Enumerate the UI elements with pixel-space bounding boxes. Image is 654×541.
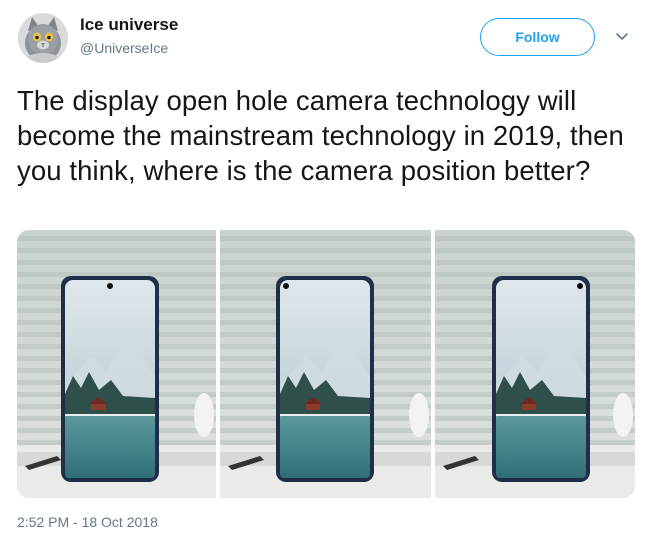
tweet-card: Ice universe @UniverseIce Follow The dis… [0,0,654,541]
avatar[interactable] [18,13,68,63]
phone-photo [435,230,635,498]
author-name[interactable]: Ice universe [80,15,178,35]
phone-photo [17,230,216,498]
media-image-center-hole[interactable] [17,230,216,498]
media-grid [17,230,635,498]
timestamp[interactable]: 2:52 PM - 18 Oct 2018 [17,514,158,530]
follow-button[interactable]: Follow [480,18,595,56]
chevron-down-icon[interactable] [614,31,630,43]
tweet-text: The display open hole camera technology … [17,85,624,186]
author-handle[interactable]: @UniverseIce [80,40,168,56]
camera-hole-icon [107,283,113,289]
cat-avatar-icon [18,13,68,63]
media-image-left-hole[interactable] [220,230,431,498]
camera-hole-icon [283,283,289,289]
camera-hole-icon [577,283,583,289]
media-image-right-hole[interactable] [435,230,635,498]
phone-photo [220,230,431,498]
